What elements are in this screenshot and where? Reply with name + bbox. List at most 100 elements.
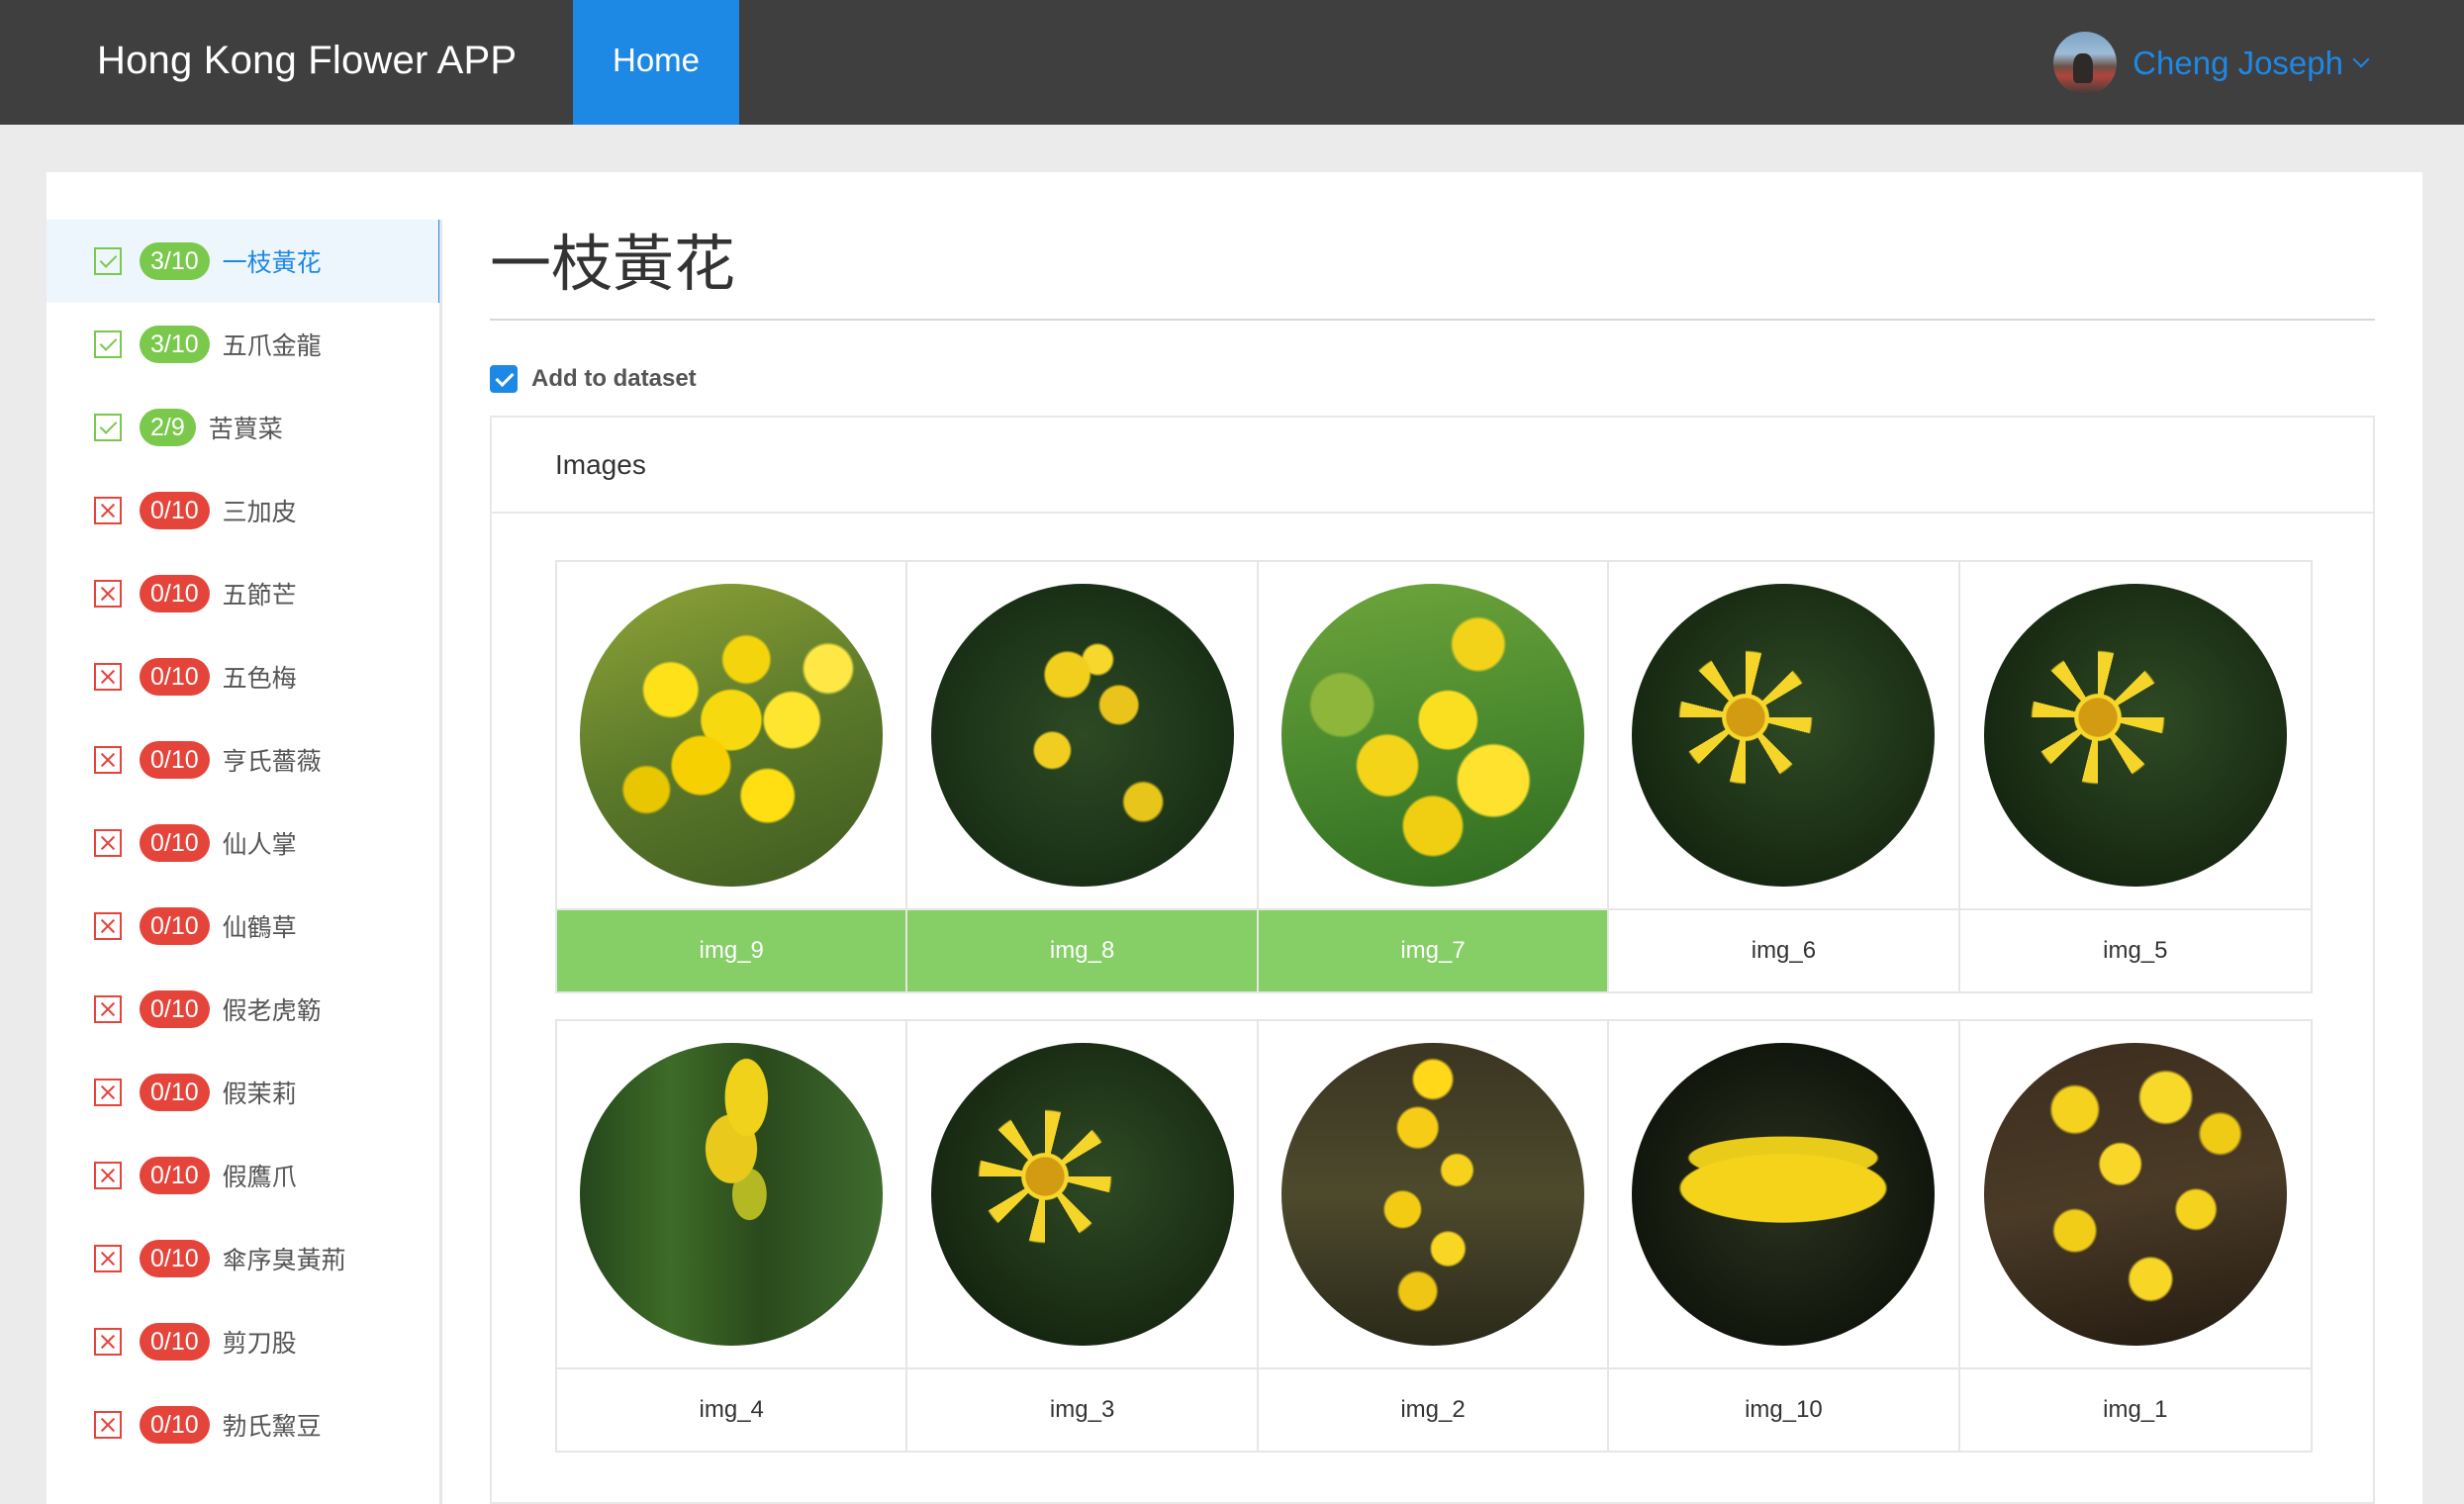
image-tile[interactable]: img_8 (907, 562, 1259, 991)
progress-badge: 2/9 (140, 409, 196, 446)
sidebar-item[interactable]: 2/9 苦蕒菜 (47, 386, 439, 469)
yellow-star-flower-photo[interactable] (1983, 584, 2287, 887)
image-tile[interactable]: img_4 (557, 1021, 908, 1451)
sidebar-item[interactable]: 0/10 剪刀股 (47, 1300, 439, 1383)
sidebar-item-label: 勃氏黧豆 (222, 1412, 322, 1441)
flower-petals-icon (2023, 643, 2172, 792)
checkbox-checked-icon[interactable] (490, 365, 518, 393)
progress-badge: 3/10 (140, 242, 210, 280)
progress-badge: 0/10 (140, 824, 210, 862)
image-tile[interactable]: img_5 (1959, 562, 2312, 991)
cross-icon (94, 1162, 122, 1189)
flower-petals-icon (970, 1102, 1119, 1251)
species-sidebar: 3/10 一枝黃花 3/10 五爪金龍 2/9 苦蕒菜 0/10 三加皮 0/10 五節芒… (47, 220, 442, 1504)
image-caption[interactable]: img_7 (1258, 910, 1608, 991)
page-title: 一枝黃花 (490, 228, 736, 300)
sidebar-item[interactable]: 0/10 傘序臭黃荊 (47, 1217, 439, 1300)
image-grid-row: img_9 img_8 img_7 img_6 img_5 (555, 560, 2313, 993)
image-tile[interactable]: img_6 (1609, 562, 1960, 991)
sidebar-item[interactable]: 0/10 仙鶴草 (47, 885, 439, 968)
image-caption[interactable]: img_2 (1259, 1369, 1607, 1451)
sidebar-item-label: 傘序臭黃荊 (222, 1246, 346, 1274)
goldenrod-sparse-photo[interactable] (930, 584, 1234, 887)
progress-badge: 0/10 (140, 575, 210, 612)
user-name[interactable]: Cheng Joseph (2132, 45, 2343, 82)
thumb-container (557, 562, 906, 910)
yellow-star-flower-photo[interactable] (1632, 584, 1936, 887)
thumb-container (1258, 1021, 1608, 1369)
sidebar-item-label: 一枝黃花 (222, 248, 322, 277)
progress-badge: 0/10 (140, 1157, 210, 1194)
cross-icon (94, 746, 122, 774)
sidebar-item[interactable]: 0/10 三加皮 (47, 469, 439, 552)
sidebar-item[interactable]: 3/10 五爪金龍 (47, 303, 439, 386)
top-navbar: Hong Kong Flower APP Home Cheng Joseph (0, 0, 2464, 125)
image-tile[interactable]: img_1 (1959, 1021, 2312, 1451)
image-tile[interactable]: img_9 (557, 562, 908, 991)
progress-badge: 0/10 (140, 1074, 210, 1111)
sidebar-item[interactable]: 0/10 五色梅 (47, 635, 439, 718)
chevron-down-icon[interactable] (2352, 50, 2370, 68)
progress-badge: 0/10 (140, 1406, 210, 1444)
app-brand[interactable]: Hong Kong Flower APP (97, 0, 517, 125)
goldenrod-many-photo[interactable] (1983, 1043, 2287, 1346)
image-caption[interactable]: img_10 (1609, 1369, 1957, 1451)
goldenrod-dense-photo[interactable] (1281, 584, 1585, 887)
progress-badge: 3/10 (140, 326, 210, 363)
sidebar-item-label: 五色梅 (222, 664, 297, 693)
sidebar-item[interactable]: 0/10 亨氏薔薇 (47, 718, 439, 801)
sidebar-item-label: 仙人掌 (222, 830, 297, 859)
sidebar-item[interactable]: 0/10 假老虎簕 (47, 968, 439, 1051)
sidebar-item[interactable]: 0/10 勃氏黧豆 (47, 1383, 439, 1466)
image-caption[interactable]: img_1 (1960, 1369, 2311, 1451)
check-icon (94, 247, 122, 275)
image-tile[interactable]: img_2 (1258, 1021, 1610, 1451)
goldenrod-tall-photo[interactable] (1281, 1043, 1585, 1346)
cross-icon (94, 1079, 122, 1106)
goldenrod-spike-photo[interactable] (580, 1043, 884, 1346)
cross-icon (94, 1328, 122, 1356)
sidebar-item-label: 假鷹爪 (222, 1163, 297, 1191)
add-to-dataset-checkbox[interactable]: Add to dataset (490, 364, 2375, 394)
image-tile[interactable]: img_10 (1609, 1021, 1960, 1451)
thumb-container (907, 562, 1257, 910)
sidebar-item-label: 五爪金龍 (222, 331, 322, 360)
progress-badge: 0/10 (140, 990, 210, 1028)
image-caption[interactable]: img_8 (907, 910, 1257, 991)
image-caption[interactable]: img_4 (557, 1369, 905, 1451)
cross-icon (94, 663, 122, 691)
image-caption[interactable]: img_5 (1960, 910, 2311, 991)
sidebar-item[interactable]: 0/10 假鷹爪 (47, 1134, 439, 1217)
progress-badge: 0/10 (140, 1240, 210, 1277)
image-caption[interactable]: img_9 (557, 910, 906, 991)
sidebar-item[interactable]: 0/10 假茉莉 (47, 1051, 439, 1134)
check-icon (94, 330, 122, 358)
image-caption[interactable]: img_3 (907, 1369, 1256, 1451)
cross-icon (94, 580, 122, 608)
goldenrod-cluster-photo[interactable] (580, 584, 884, 887)
add-to-dataset-label[interactable]: Add to dataset (531, 365, 697, 393)
sidebar-item[interactable]: 0/10 仙人掌 (47, 801, 439, 885)
image-tile[interactable]: img_3 (907, 1021, 1259, 1451)
cross-icon (94, 829, 122, 857)
sidebar-item-label: 仙鶴草 (222, 913, 297, 942)
cross-icon (94, 1411, 122, 1439)
image-tile[interactable]: img_7 (1258, 562, 1610, 991)
content-area: 一枝黃花 Add to dataset Images img_9 img_8 i… (490, 220, 2375, 1504)
image-grid-row: img_4 img_3 img_2 img_10 img_1 (555, 1019, 2313, 1453)
sidebar-item-label: 苦蕒菜 (208, 415, 283, 443)
sidebar-item[interactable]: 0/10 五節芒 (47, 552, 439, 635)
progress-badge: 0/10 (140, 1323, 210, 1361)
yellow-star-flower-photo[interactable] (930, 1043, 1234, 1346)
image-caption[interactable]: img_6 (1609, 910, 1957, 991)
sidebar-item-label: 五節芒 (222, 581, 297, 610)
thumb-container (1959, 1021, 2312, 1369)
nav-home-tab[interactable]: Home (573, 0, 739, 125)
thumb-container (1609, 562, 1958, 910)
sidebar-item[interactable]: 3/10 一枝黃花 (47, 220, 439, 303)
user-menu[interactable]: Cheng Joseph (2053, 32, 2370, 95)
goldenrod-arc-photo[interactable] (1632, 1043, 1936, 1346)
avatar[interactable] (2053, 32, 2118, 95)
cross-icon (94, 1245, 122, 1272)
thumb-container (1959, 562, 2312, 910)
